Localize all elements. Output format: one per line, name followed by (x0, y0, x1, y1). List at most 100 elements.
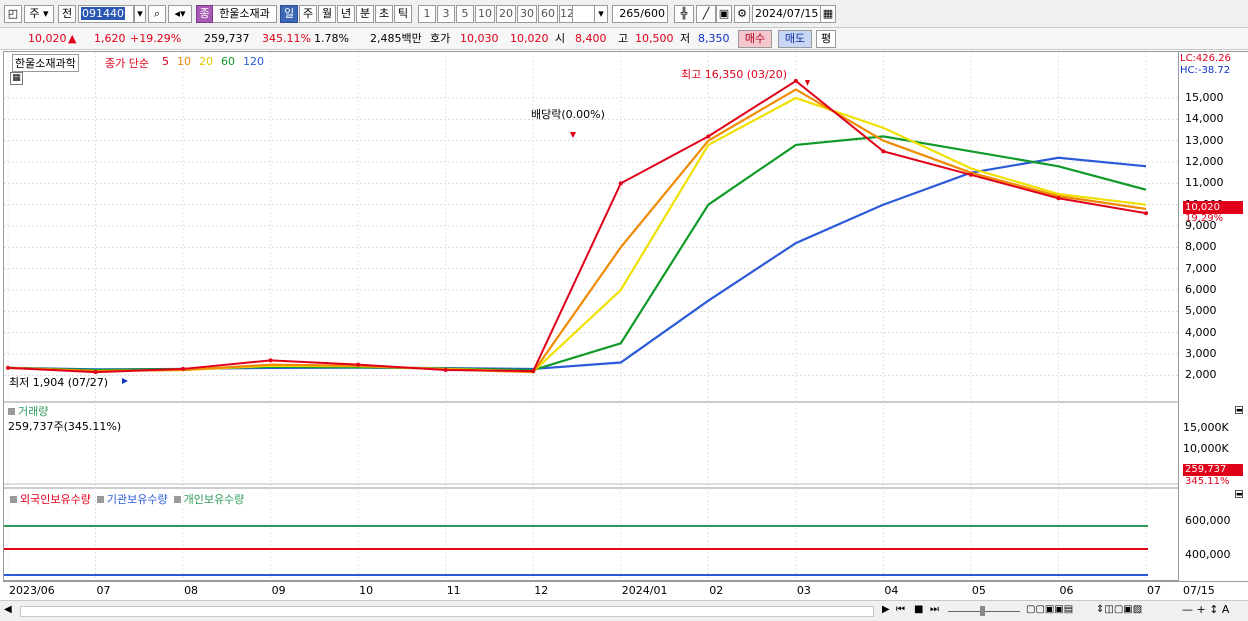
volume-y-tick: 10,000K (1183, 442, 1229, 455)
count-total: /600 (640, 7, 665, 20)
interval-dropdown-icon[interactable]: ▾ (594, 5, 608, 23)
interval-button[interactable]: 60 (538, 5, 558, 23)
volume-title: 거래량 (8, 403, 48, 419)
low-arrow-icon (122, 378, 128, 384)
interval-button[interactable]: 30 (517, 5, 537, 23)
price-point (881, 149, 886, 154)
zoom-slider[interactable] (948, 605, 1020, 617)
ma-legend: 5 10 20 60 120 (162, 55, 272, 68)
high-label: 고 (618, 32, 629, 45)
high-arrow-icon (805, 80, 810, 86)
period-button[interactable]: 분 (356, 5, 374, 23)
save-icon[interactable]: ▣ (716, 5, 732, 23)
search-icon[interactable]: ⌕ (148, 5, 166, 23)
ask-label: 호가 (430, 32, 451, 45)
period-button[interactable]: 틱 (394, 5, 412, 23)
dividend-arrow-icon (570, 132, 576, 138)
change-pct: +19.29% (130, 32, 182, 45)
calendar-icon[interactable]: ▦ (820, 5, 836, 23)
legend-marker-icon (96, 496, 104, 503)
forward-icon[interactable]: ⏭ (930, 604, 939, 615)
date-label: 05 (971, 584, 986, 597)
ma-legend-item: 5 (162, 55, 169, 68)
open-label: 시 (555, 32, 566, 45)
volume-minimize-icon[interactable]: ▬ (1235, 406, 1243, 414)
period-button[interactable]: 년 (337, 5, 355, 23)
draw-icon[interactable]: ╱ (696, 5, 716, 23)
price-point (793, 78, 798, 83)
date-label: 07 (96, 584, 111, 597)
candle-icon[interactable]: ╬ (674, 5, 694, 23)
grid-icon[interactable]: ▦ (10, 72, 23, 85)
layout-icon[interactable]: ◰ (4, 5, 22, 23)
price-point (6, 365, 10, 370)
sell-button[interactable]: 매도 (778, 30, 812, 48)
buy-button[interactable]: 매수 (738, 30, 772, 48)
bid-value: 10,020 (510, 32, 549, 45)
rewind-icon[interactable]: ⏮ (896, 604, 905, 615)
interval-button[interactable]: 5 (456, 5, 474, 23)
count-input[interactable]: 265/600 (612, 5, 668, 23)
legend-marker-icon (10, 496, 17, 503)
volume-y-tick: 15,000K (1183, 421, 1229, 434)
type-select-value: 주 (29, 7, 40, 20)
layout-grid-icon[interactable]: ▢▢▣▣▤ (1026, 604, 1073, 615)
code-input[interactable]: 091440 (78, 5, 134, 23)
high-value: 10,500 (635, 32, 674, 45)
price-y-tick: 13,000 (1185, 133, 1224, 147)
chart-area[interactable]: 한울소재과학 종가 단순 5 10 20 60 120 ▦ 최고 16,350 (03/… (3, 51, 1179, 581)
price-y-tick: 12,000 (1185, 155, 1224, 168)
stock-label[interactable]: 한울소재과학 (12, 54, 79, 72)
date-input[interactable]: 2024/07/15 (752, 5, 822, 23)
scroll-left-icon[interactable]: ◀ (4, 604, 12, 615)
right-axis: LC:426.26 HC:-38.72 15,000 14,000 13,000 12… (1179, 51, 1248, 581)
hc-label: HC:-38.72 (1180, 65, 1231, 76)
stop-icon[interactable]: ■ (914, 604, 923, 615)
ask-value: 10,030 (460, 32, 499, 45)
price-y-tick: 7,000 (1185, 261, 1217, 275)
price-y-tick: 2,000 (1185, 368, 1217, 382)
price-y-tick: 14,000 (1185, 112, 1224, 126)
type-select[interactable]: 주 ▾ (24, 5, 54, 23)
period-button[interactable]: 주 (299, 5, 317, 23)
stock-name[interactable]: 한울소재과 (213, 5, 277, 23)
date-label: 04 (884, 584, 899, 597)
date-label: 07 (1147, 584, 1161, 597)
period-button[interactable]: 초 (375, 5, 393, 23)
interval-button[interactable]: 10 (475, 5, 495, 23)
price-point (181, 366, 186, 371)
ma-legend-item: 20 (199, 55, 213, 68)
scroll-right-icon[interactable]: ▶ (882, 604, 890, 615)
volume-ratio: 345.11% (262, 32, 311, 45)
eval-button[interactable]: 평 (816, 30, 836, 48)
zoom-slider-thumb[interactable] (980, 606, 985, 616)
turnover-value: 1.78% (314, 32, 349, 45)
date-axis-right-label: 07/15 (1183, 584, 1215, 597)
date-label: 10 (359, 584, 374, 597)
period-button[interactable]: 월 (318, 5, 336, 23)
date-label: 03 (796, 584, 811, 597)
date-label: 02 (709, 584, 724, 597)
period-button[interactable]: 일 (280, 5, 298, 23)
date-label: 2023/06 (9, 584, 55, 597)
price-y-tick: 3,000 (1185, 347, 1217, 360)
tool-icons[interactable]: ⇕◫▢▣▨ (1096, 604, 1142, 615)
price-y-tick: 4,000 (1185, 325, 1217, 339)
price-point (356, 362, 361, 367)
price-y-tick: 8,000 (1185, 240, 1217, 254)
gear-icon[interactable]: ⚙ (734, 5, 750, 23)
scroll-track[interactable] (20, 606, 874, 617)
interval-button[interactable]: 1 (418, 5, 436, 23)
holdings-legend-item: 외국인보유수량 (20, 493, 91, 506)
price-y-tick: 5,000 (1185, 304, 1217, 318)
interval-button[interactable]: 3 (437, 5, 455, 23)
ma-series-line (7, 156, 1147, 371)
volume-tag: 259,737 (1183, 464, 1243, 476)
ma-label: 종가 단순 (105, 57, 149, 70)
prev-button[interactable]: 전 (58, 5, 76, 23)
zoom-controls-icon[interactable]: — + ↕ A (1182, 603, 1229, 616)
code-dropdown-icon[interactable]: ▾ (134, 5, 146, 23)
holdings-minimize-icon[interactable]: ▬ (1235, 490, 1243, 498)
speaker-icon[interactable]: ◂▾ (168, 5, 192, 23)
interval-button[interactable]: 20 (496, 5, 516, 23)
